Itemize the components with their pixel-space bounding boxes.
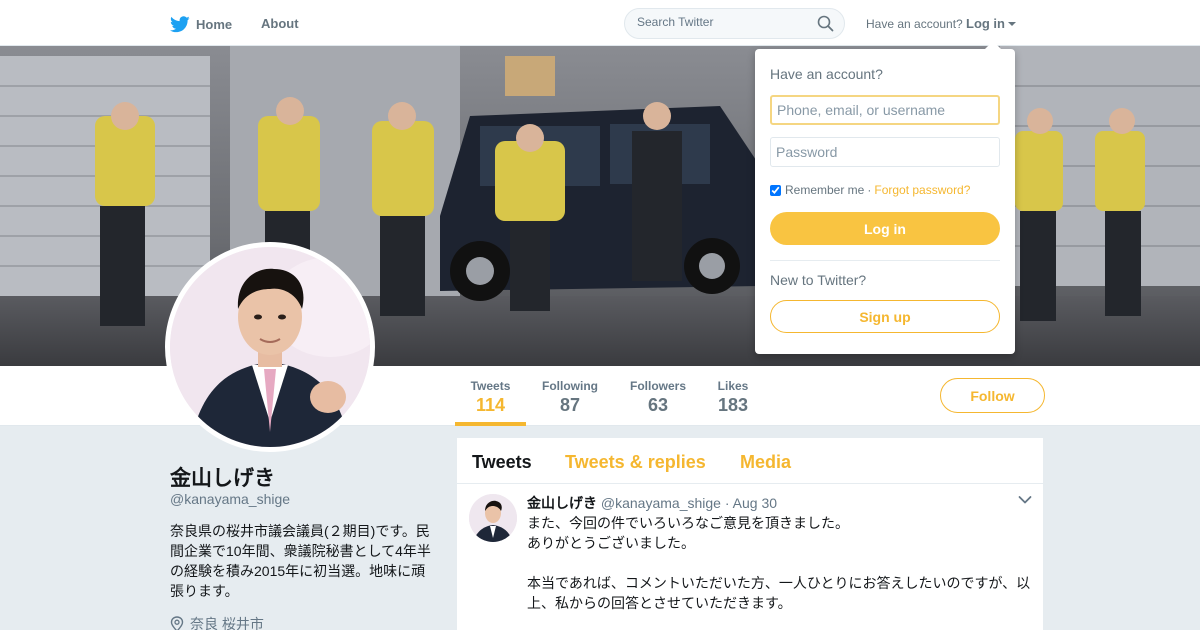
stat-likes[interactable]: Likes 183 bbox=[708, 366, 758, 426]
tweet-avatar[interactable] bbox=[469, 494, 517, 542]
remember-separator: · bbox=[867, 183, 872, 197]
tweet-date[interactable]: Aug 30 bbox=[733, 495, 777, 511]
timeline-tabs: Tweets Tweets & replies Media bbox=[457, 438, 1045, 484]
profile-avatar[interactable] bbox=[165, 242, 375, 452]
tab-tweets[interactable]: Tweets bbox=[472, 452, 532, 473]
login-dropdown: Have an account? Remember me · Forgot pa… bbox=[755, 41, 1015, 354]
tweet-line: ありがとうございました。 bbox=[527, 535, 695, 551]
search-icon[interactable] bbox=[817, 15, 834, 32]
chevron-down-icon[interactable] bbox=[1018, 495, 1032, 505]
login-toggle-label: Log in bbox=[966, 16, 1005, 31]
profile-location-text: 奈良 桜井市 bbox=[190, 616, 264, 630]
caret-down-icon bbox=[1008, 22, 1016, 26]
stat-followers-label: Followers bbox=[629, 379, 686, 393]
dropdown-divider bbox=[770, 260, 1000, 261]
remember-me-label[interactable]: Remember me bbox=[785, 183, 864, 197]
profile-handle: @kanayama_shige bbox=[170, 491, 291, 507]
stat-following-label: Following bbox=[542, 379, 598, 393]
nav-about-link[interactable]: About bbox=[261, 16, 299, 31]
stat-likes-label: Likes bbox=[717, 379, 749, 393]
username-input[interactable] bbox=[770, 95, 1000, 125]
stat-followers-value: 63 bbox=[647, 395, 669, 415]
stat-tweets[interactable]: Tweets 114 bbox=[455, 366, 526, 426]
tweet-line: また、今回の件でいろいろなご意見を頂きました。 bbox=[527, 515, 849, 531]
have-account-text: Have an account? bbox=[866, 17, 963, 31]
profile-bio: 奈良県の桜井市議会議員(２期目)です。民間企業で10年間、衆議院秘書として4年半… bbox=[170, 523, 431, 599]
twitter-bird-icon bbox=[170, 15, 190, 32]
tweet-line: 本当であれば、コメントいただいた方、一人ひとりにお答えしたいのですが、以上、私か… bbox=[527, 575, 1031, 611]
top-navigation-bar: Home About Have an account? Log in bbox=[0, 0, 1200, 46]
forgot-password-link[interactable]: Forgot password? bbox=[874, 183, 970, 197]
stat-followers[interactable]: Followers 63 bbox=[623, 366, 693, 426]
remember-me-checkbox[interactable] bbox=[770, 184, 781, 196]
stat-following-value: 87 bbox=[559, 395, 581, 415]
nav-home-label: Home bbox=[196, 16, 233, 32]
tweet-separator: · bbox=[724, 495, 730, 511]
tab-media[interactable]: Media bbox=[740, 452, 791, 473]
stat-likes-value: 183 bbox=[717, 395, 749, 415]
stat-following[interactable]: Following 87 bbox=[535, 366, 605, 426]
location-pin-icon bbox=[170, 616, 184, 630]
tweet-author-name[interactable]: 金山しげき bbox=[527, 495, 597, 511]
nav-home-link[interactable]: Home bbox=[170, 13, 232, 35]
tweet-header: 金山しげき @kanayama_shige · Aug 30 bbox=[527, 493, 777, 513]
search-input[interactable] bbox=[637, 15, 807, 29]
signup-button[interactable]: Sign up bbox=[770, 300, 1000, 333]
login-submit-button[interactable]: Log in bbox=[770, 212, 1000, 245]
remember-me-row: Remember me · Forgot password? bbox=[770, 183, 970, 197]
tab-tweets-replies[interactable]: Tweets & replies bbox=[565, 452, 706, 473]
password-input[interactable] bbox=[770, 137, 1000, 167]
follow-button[interactable]: Follow bbox=[940, 378, 1045, 413]
login-dropdown-toggle[interactable]: Log in bbox=[966, 16, 1016, 31]
profile-name: 金山しげき bbox=[170, 467, 275, 490]
timeline: Tweets Tweets & replies Media 金山しげき @kan… bbox=[456, 437, 1045, 630]
tweet-author-handle[interactable]: @kanayama_shige bbox=[601, 495, 721, 511]
search-box bbox=[624, 8, 845, 39]
stat-tweets-value: 114 bbox=[475, 395, 506, 415]
stat-tweets-label: Tweets bbox=[470, 379, 511, 393]
new-to-twitter-text: New to Twitter? bbox=[770, 272, 867, 288]
profile-location: 奈良 桜井市 bbox=[170, 614, 264, 630]
tweet-line bbox=[527, 553, 1037, 573]
tweet-text: また、今回の件でいろいろなご意見を頂きました。 ありがとうございました。 本当で… bbox=[527, 513, 1037, 613]
login-dropdown-title: Have an account? bbox=[770, 66, 883, 82]
dropdown-arrow bbox=[985, 41, 1001, 49]
